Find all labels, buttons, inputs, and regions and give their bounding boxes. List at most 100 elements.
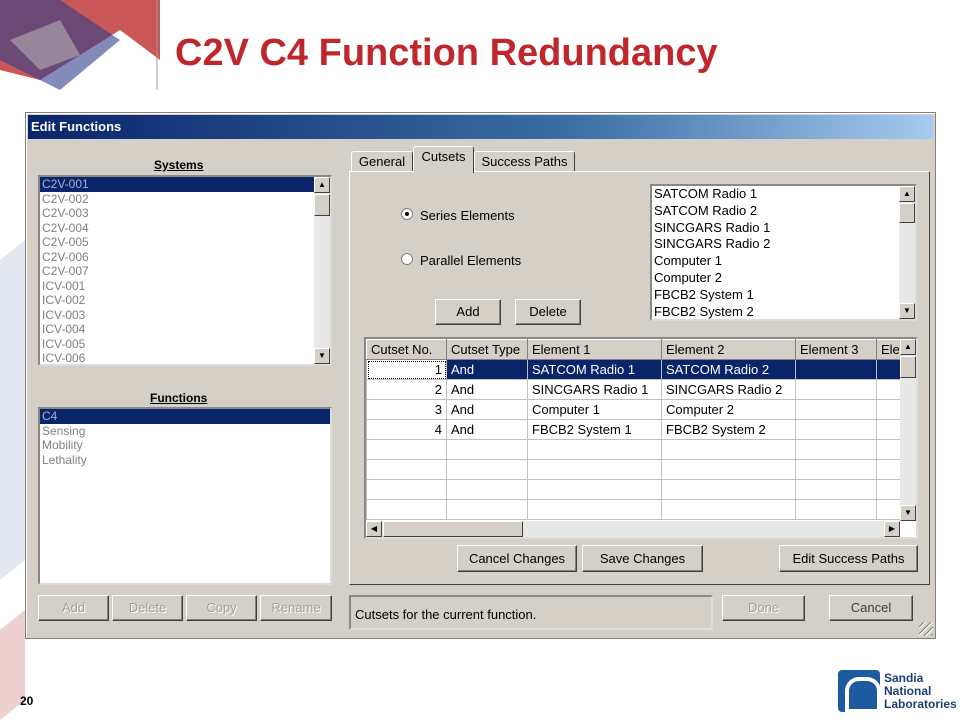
tab-general[interactable]: General — [351, 151, 413, 172]
element-list-item[interactable]: SATCOM Radio 2 — [652, 203, 915, 220]
grid-column-header[interactable]: Cutset No. — [366, 339, 447, 360]
grid-cell[interactable]: And — [446, 359, 528, 380]
elements-scrollbar[interactable]: ▲ ▼ — [899, 186, 915, 319]
system-list-item[interactable]: ICV-005 — [40, 337, 330, 352]
system-list-item[interactable]: ICV-004 — [40, 322, 330, 337]
grid-column-header[interactable]: Element 1 — [527, 339, 662, 360]
scroll-thumb[interactable] — [900, 356, 916, 378]
scroll-right-icon[interactable]: ▶ — [884, 521, 900, 537]
cancel-changes-button[interactable]: Cancel Changes — [457, 545, 577, 572]
function-list-item[interactable]: C4 — [40, 409, 330, 424]
window-titlebar[interactable]: Edit Functions — [28, 115, 933, 139]
grid-vscrollbar[interactable]: ▲ ▼ — [900, 339, 916, 521]
scroll-thumb[interactable] — [314, 194, 330, 216]
table-row[interactable] — [366, 459, 907, 480]
grid-cell[interactable]: And — [446, 399, 528, 420]
function-list-item[interactable]: Sensing — [40, 424, 330, 439]
scroll-down-icon[interactable]: ▼ — [314, 348, 330, 364]
element-list-item[interactable]: Computer 2 — [652, 270, 915, 287]
system-list-item[interactable]: C2V-007 — [40, 264, 330, 279]
grid-cell[interactable]: 4 — [366, 419, 447, 440]
grid-cell[interactable] — [527, 439, 662, 460]
grid-cell[interactable] — [661, 459, 796, 480]
table-row[interactable] — [366, 499, 907, 520]
grid-cell[interactable] — [366, 439, 447, 460]
grid-cell[interactable]: Computer 1 — [527, 399, 662, 420]
grid-cell[interactable] — [795, 379, 877, 400]
system-list-item[interactable]: ICV-002 — [40, 293, 330, 308]
grid-cell[interactable] — [446, 459, 528, 480]
tab-success-paths[interactable]: Success Paths — [474, 151, 575, 172]
cutsets-grid[interactable]: Cutset No. Cutset Type Element 1 Element 2E… — [364, 337, 918, 539]
grid-cell[interactable] — [527, 459, 662, 480]
grid-cell[interactable] — [527, 479, 662, 500]
grid-cell[interactable] — [661, 439, 796, 460]
scroll-up-icon[interactable]: ▲ — [900, 339, 916, 355]
table-row[interactable]: 2 And SINCGARS Radio 1 SINCGARS Radio 2 — [366, 379, 907, 400]
grid-cell[interactable] — [795, 499, 877, 520]
system-list-item[interactable]: C2V-003 — [40, 206, 330, 221]
grid-column-header[interactable]: Element 3 — [795, 339, 877, 360]
grid-hscrollbar[interactable]: ◀ ▶ — [366, 521, 900, 537]
grid-cell[interactable] — [661, 499, 796, 520]
tab-cutsets[interactable]: Cutsets — [413, 146, 474, 173]
grid-cell[interactable] — [446, 479, 528, 500]
grid-cell[interactable] — [795, 439, 877, 460]
grid-cell[interactable]: And — [446, 379, 528, 400]
grid-cell[interactable] — [366, 459, 447, 480]
grid-cell[interactable] — [527, 499, 662, 520]
table-row[interactable] — [366, 439, 907, 460]
scroll-thumb[interactable] — [383, 521, 523, 537]
scroll-left-icon[interactable]: ◀ — [366, 521, 382, 537]
grid-cell[interactable]: 2 — [366, 379, 447, 400]
scroll-down-icon[interactable]: ▼ — [900, 505, 916, 521]
grid-cell[interactable]: Computer 2 — [661, 399, 796, 420]
grid-cell[interactable] — [795, 479, 877, 500]
save-changes-button[interactable]: Save Changes — [582, 545, 703, 572]
system-list-item[interactable]: C2V-001 — [40, 177, 330, 192]
edit-success-paths-button[interactable]: Edit Success Paths — [779, 545, 918, 572]
grid-cell[interactable]: 3 — [366, 399, 447, 420]
system-list-item[interactable]: C2V-006 — [40, 250, 330, 265]
grid-cell[interactable]: FBCB2 System 2 — [661, 419, 796, 440]
function-list-item[interactable]: Mobility — [40, 438, 330, 453]
element-list-item[interactable]: FBCB2 System 1 — [652, 287, 915, 304]
copy-function-button[interactable]: Copy — [186, 595, 257, 621]
grid-cell[interactable] — [446, 439, 528, 460]
grid-cell[interactable] — [661, 479, 796, 500]
element-list-item[interactable]: SATCOM Radio 1 — [652, 186, 915, 203]
grid-column-header[interactable]: Cutset Type — [446, 339, 528, 360]
systems-listbox[interactable]: C2V-001 C2V-002 C2V-003 C2V-004 C2V-005 C2V-0… — [38, 175, 332, 366]
resize-grip-icon[interactable] — [919, 622, 933, 636]
add-element-button[interactable]: Add — [435, 299, 501, 325]
grid-cell[interactable]: SINCGARS Radio 2 — [661, 379, 796, 400]
grid-column-header[interactable]: Element 2 — [661, 339, 796, 360]
delete-function-button[interactable]: Delete — [112, 595, 183, 621]
system-list-item[interactable]: C2V-004 — [40, 221, 330, 236]
grid-cell[interactable] — [795, 359, 877, 380]
grid-cell[interactable]: SINCGARS Radio 1 — [527, 379, 662, 400]
system-list-item[interactable]: ICV-003 — [40, 308, 330, 323]
table-row[interactable]: 1 And SATCOM Radio 1 SATCOM Radio 2 — [366, 359, 907, 380]
scroll-up-icon[interactable]: ▲ — [314, 177, 330, 193]
grid-cell[interactable] — [795, 419, 877, 440]
element-list-item[interactable]: Computer 1 — [652, 253, 915, 270]
grid-cell[interactable]: FBCB2 System 1 — [527, 419, 662, 440]
grid-cell[interactable]: SATCOM Radio 1 — [527, 359, 662, 380]
cancel-button[interactable]: Cancel — [829, 595, 913, 621]
scroll-up-icon[interactable]: ▲ — [899, 186, 915, 202]
grid-cell[interactable] — [366, 499, 447, 520]
grid-cell[interactable] — [446, 499, 528, 520]
systems-scrollbar[interactable]: ▲ ▼ — [314, 177, 330, 364]
delete-element-button[interactable]: Delete — [515, 299, 581, 325]
elements-listbox[interactable]: SATCOM Radio 1 SATCOM Radio 2 SINCGARS Rad… — [650, 184, 917, 321]
grid-cell[interactable]: 1 — [366, 359, 447, 380]
parallel-elements-radio[interactable] — [401, 253, 413, 265]
system-list-item[interactable]: ICV-006 — [40, 351, 330, 364]
functions-listbox[interactable]: C4 Sensing Mobility Lethality — [38, 407, 332, 585]
scroll-down-icon[interactable]: ▼ — [899, 303, 915, 319]
rename-function-button[interactable]: Rename — [260, 595, 332, 621]
scroll-thumb[interactable] — [899, 203, 915, 223]
grid-cell[interactable]: SATCOM Radio 2 — [661, 359, 796, 380]
grid-cell[interactable] — [795, 399, 877, 420]
